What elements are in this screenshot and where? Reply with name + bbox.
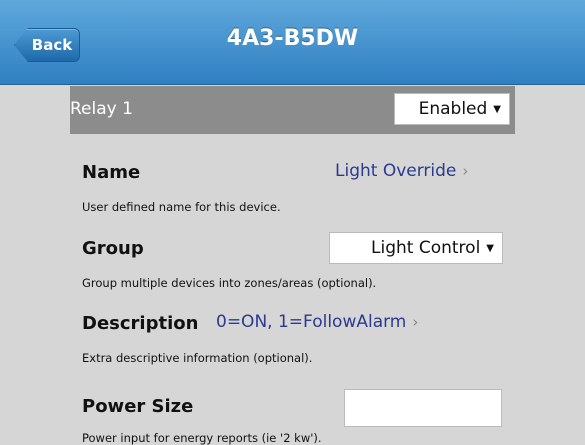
relay-label: Relay 1 xyxy=(70,99,133,119)
name-value-link[interactable]: Light Override › xyxy=(335,161,468,181)
chevron-right-icon: › xyxy=(412,313,419,331)
relay-status-select[interactable]: Enabled ▼ xyxy=(394,93,510,125)
description-value: 0=ON, 1=FollowAlarm xyxy=(216,312,407,332)
relay-header: Relay 1 Enabled ▼ xyxy=(70,86,515,134)
description-description: Extra descriptive information (optional)… xyxy=(82,351,313,365)
description-title: Description xyxy=(82,313,199,334)
group-select[interactable]: Light Control ▼ xyxy=(329,232,503,264)
nav-bar: Back 4A3-B5DW xyxy=(0,0,585,85)
group-value: Light Control xyxy=(371,238,481,258)
description-value-link[interactable]: 0=ON, 1=FollowAlarm › xyxy=(216,312,418,332)
group-description: Group multiple devices into zones/areas … xyxy=(82,276,377,290)
name-description: User defined name for this device. xyxy=(82,200,281,214)
power-size-title: Power Size xyxy=(82,396,194,417)
power-size-description: Power input for energy reports (ie '2 kw… xyxy=(82,431,322,445)
caret-down-icon: ▼ xyxy=(493,103,501,115)
chevron-right-icon: › xyxy=(462,162,469,180)
name-title: Name xyxy=(82,162,141,183)
page-title: 4A3-B5DW xyxy=(226,26,359,51)
group-title: Group xyxy=(82,238,144,259)
power-size-input[interactable] xyxy=(344,389,502,427)
name-value: Light Override xyxy=(335,161,457,181)
relay-status-value: Enabled xyxy=(418,99,488,119)
caret-down-icon: ▼ xyxy=(486,242,494,254)
